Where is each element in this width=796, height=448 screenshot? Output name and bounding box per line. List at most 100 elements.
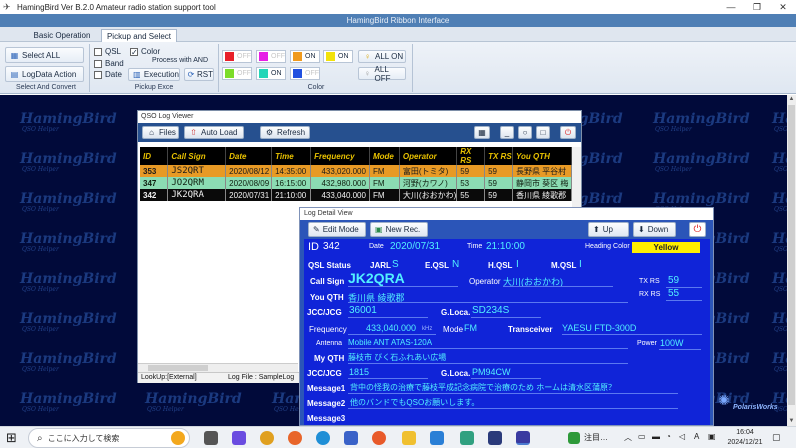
column-header-date[interactable]: Date: [225, 147, 273, 165]
maximize-panel-button[interactable]: □: [536, 126, 550, 139]
column-header-time[interactable]: Time: [271, 147, 312, 165]
magenta-toggle-button[interactable]: OFF: [256, 50, 286, 63]
column-header-call-sign[interactable]: Call Sign: [167, 147, 227, 165]
qso-horizontal-scrollbar[interactable]: [138, 363, 298, 372]
my-gloca-value[interactable]: PM94CW: [472, 367, 511, 377]
minimize-panel-button[interactable]: _: [500, 126, 514, 139]
battery-icon[interactable]: ▬: [652, 432, 660, 441]
main-vertical-scrollbar[interactable]: ▲ ▼: [787, 95, 796, 426]
all-off-button[interactable]: ♀ ALL OFF: [358, 65, 406, 83]
notification-center-icon[interactable]: ▢: [772, 432, 781, 443]
logdata-action-button[interactable]: ▤ LogData Action: [5, 66, 84, 82]
main-scroll-thumb[interactable]: [788, 105, 795, 405]
transceiver-value[interactable]: YAESU FTD-300D: [562, 323, 636, 333]
close-button[interactable]: ✕: [770, 0, 796, 14]
vscode-icon[interactable]: [430, 431, 444, 445]
scroll-down-arrow-icon[interactable]: ▼: [787, 417, 796, 426]
select-all-button[interactable]: ▦ Select ALL: [5, 47, 84, 63]
notification-text[interactable]: 注目…: [584, 432, 608, 443]
table-row[interactable]: 347 JO2QRM 2020/08/09 16:15:00 432,980.0…: [140, 177, 573, 189]
store-icon[interactable]: [344, 431, 358, 445]
yellow-toggle-button[interactable]: ON: [323, 50, 353, 63]
news-widget-icon[interactable]: [568, 432, 580, 444]
date-checkbox[interactable]: Date: [94, 70, 122, 79]
down-button[interactable]: ⬇ Down: [633, 222, 676, 237]
tab-pickup-and-select[interactable]: Pickup and Select: [101, 29, 177, 42]
callsign-value[interactable]: JK2QRA: [348, 270, 405, 286]
message2-value[interactable]: 他のバンドでもQSOお願いします。: [350, 397, 479, 408]
wifi-icon[interactable]: ◔: [666, 432, 671, 441]
table-row[interactable]: 353 JS2QRT 2020/08/12 14:35:00 433,020.0…: [140, 165, 573, 177]
antenna-value[interactable]: Mobile ANT ATAS-120A: [348, 338, 432, 347]
message1-value[interactable]: 背中の怪我の治療で藤枝平成記念病院で治療のため ホームは清水区蒲原？: [350, 382, 616, 393]
chrome-icon[interactable]: [260, 431, 274, 445]
power-close-button[interactable]: ⏻: [560, 126, 576, 139]
rst-button[interactable]: ⟳ RST: [184, 68, 214, 81]
band-checkbox[interactable]: Band: [94, 59, 124, 68]
red-toggle-button[interactable]: OFF: [222, 50, 252, 63]
teal-toggle-button[interactable]: ON: [256, 67, 286, 80]
tx-rs-value[interactable]: 59: [668, 275, 679, 286]
new-record-button[interactable]: ▣ New Rec.: [370, 222, 428, 237]
keyboard-icon[interactable]: ▣: [708, 432, 716, 441]
auto-load-button[interactable]: ⇧ Auto Load: [184, 126, 244, 139]
column-header-rx-rs[interactable]: RX RS: [456, 147, 486, 165]
calculator-app-icon[interactable]: [488, 431, 502, 445]
files-button[interactable]: ⌂ Files: [142, 126, 179, 139]
color-checkbox[interactable]: ✓ Color: [130, 47, 160, 56]
power-value[interactable]: 100W: [660, 338, 684, 348]
table-row[interactable]: 342 JK2QRA 2020/07/31 21:10:00 433,040.0…: [140, 189, 573, 201]
windows-start-icon[interactable]: ⊞: [6, 431, 20, 445]
notes-app-icon[interactable]: [460, 431, 474, 445]
qsl-checkbox[interactable]: QSL: [94, 47, 121, 56]
edge-icon[interactable]: [316, 431, 330, 445]
blue-toggle-button[interactable]: OFF: [290, 67, 320, 80]
detail-power-button[interactable]: ⏻: [689, 222, 706, 237]
mode-value[interactable]: FM: [464, 323, 477, 333]
eqsl-value[interactable]: N: [452, 259, 459, 270]
execution-button[interactable]: ▥ Execution: [128, 68, 180, 81]
hqsl-value[interactable]: I: [516, 259, 519, 270]
volume-icon[interactable]: ◁: [679, 432, 685, 441]
my-jcc-value[interactable]: 1815: [349, 367, 369, 377]
column-header-operator[interactable]: Operator: [399, 147, 458, 165]
network-icon[interactable]: ▭: [638, 432, 646, 441]
edit-mode-button[interactable]: ✎ Edit Mode: [308, 222, 366, 237]
copilot-icon[interactable]: [232, 431, 246, 445]
hamingbird-app-icon[interactable]: [516, 431, 530, 445]
restore-button[interactable]: ❐: [744, 0, 770, 14]
green-toggle-button[interactable]: OFF: [222, 67, 252, 80]
calculator-button[interactable]: ▦: [474, 126, 490, 139]
jcc-value[interactable]: 36001: [349, 305, 377, 316]
brave-icon[interactable]: [372, 431, 386, 445]
my-qth-value[interactable]: 藤枝市 びく石ふれあい広場: [348, 352, 446, 363]
tray-chevron-icon[interactable]: ︿: [624, 432, 632, 443]
refresh-button[interactable]: ⚙ Refresh: [260, 126, 310, 139]
gloca-value[interactable]: SD234S: [472, 305, 509, 316]
taskbar-clock[interactable]: 16:04 2024/12/21: [723, 428, 767, 448]
column-header-tx-rs[interactable]: TX RS: [484, 147, 513, 165]
heading-color-select[interactable]: Yellow: [632, 242, 700, 253]
minimize-button[interactable]: —: [718, 0, 744, 14]
taskbar-search-box[interactable]: ⌕ ここに入力して検索: [28, 428, 190, 448]
all-on-button[interactable]: ♀ ALL ON: [358, 50, 406, 63]
restore-panel-button[interactable]: ○: [518, 126, 532, 139]
firefox-icon[interactable]: [288, 431, 302, 445]
column-header-id[interactable]: ID: [140, 147, 169, 165]
qso-scroll-thumb[interactable]: [148, 365, 208, 371]
tab-basic-operation[interactable]: Basic Operation: [26, 29, 98, 42]
column-header-frequency[interactable]: Frequency: [310, 147, 370, 165]
qsl-status-label: QSL Status: [308, 261, 351, 270]
up-button[interactable]: ⬆ Up: [588, 222, 629, 237]
mqsl-value[interactable]: I: [579, 259, 582, 270]
column-header-you-qth[interactable]: You QTH: [512, 147, 573, 165]
rx-rs-value[interactable]: 55: [668, 288, 679, 299]
file-explorer-icon[interactable]: [402, 431, 416, 445]
column-header-mode[interactable]: Mode: [369, 147, 400, 165]
jarl-value[interactable]: S: [392, 259, 399, 270]
frequency-value[interactable]: 433,040.000: [366, 323, 416, 333]
orange-toggle-button[interactable]: ON: [290, 50, 320, 63]
task-view-icon[interactable]: [204, 431, 218, 445]
scroll-up-arrow-icon[interactable]: ▲: [787, 95, 796, 104]
ime-indicator[interactable]: A: [694, 432, 699, 441]
